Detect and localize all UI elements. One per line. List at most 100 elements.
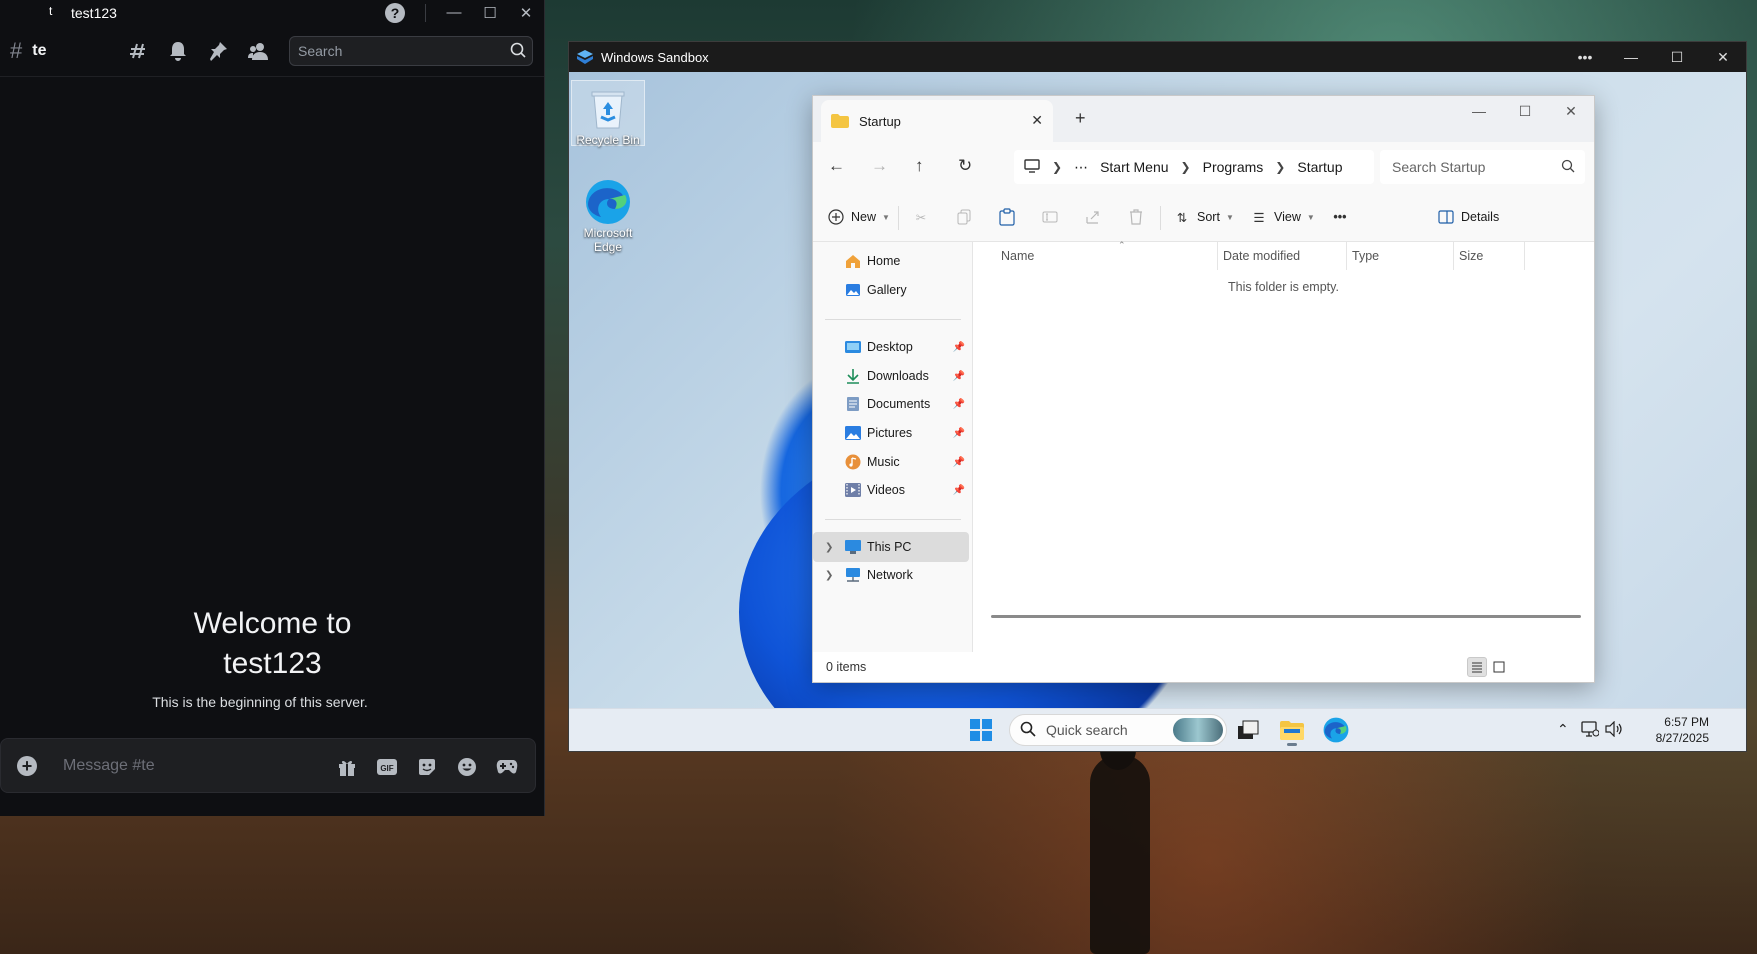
nav-divider: [825, 319, 961, 320]
add-attachment-icon[interactable]: +: [17, 755, 37, 776]
edge-icon: [584, 178, 632, 226]
toolbar-divider: [1160, 206, 1161, 230]
gif-icon[interactable]: GIF: [375, 755, 399, 779]
breadcrumb-start-menu[interactable]: Start Menu: [1100, 159, 1168, 175]
close-button[interactable]: ✕: [1700, 49, 1746, 66]
network-status-icon[interactable]: [1581, 721, 1600, 740]
forward-arrow-icon[interactable]: →: [871, 156, 888, 176]
threads-icon[interactable]: [128, 41, 148, 61]
nav-label: Home: [867, 254, 901, 268]
column-header-name[interactable]: Name: [1001, 249, 1034, 263]
channel-name: te: [32, 41, 47, 59]
ellipsis-icon[interactable]: ⋯: [1074, 159, 1088, 176]
close-button[interactable]: ✕: [508, 4, 544, 22]
close-tab-icon[interactable]: ✕: [1031, 112, 1043, 129]
nav-item-music[interactable]: Music 📌: [813, 447, 969, 477]
column-separator[interactable]: [1346, 242, 1347, 270]
taskbar-search-placeholder: Quick search: [1046, 722, 1128, 738]
nav-item-downloads[interactable]: Downloads 📌: [813, 361, 969, 391]
pin-icon: 📌: [952, 370, 965, 382]
volume-icon[interactable]: [1605, 720, 1623, 740]
more-options-icon[interactable]: •••: [1562, 49, 1608, 65]
search-input[interactable]: Search Startup: [1380, 150, 1585, 184]
sandbox-desktop: Recycle Bin Microsoft Edge Startup ✕ + —…: [569, 72, 1746, 751]
new-tab-icon[interactable]: +: [1075, 108, 1086, 129]
nav-item-documents[interactable]: Documents 📌: [813, 389, 969, 419]
breadcrumb-startup[interactable]: Startup: [1297, 159, 1342, 175]
address-bar[interactable]: ❯ ⋯ Start Menu ❯ Programs ❯ Startup: [1014, 150, 1374, 184]
chevron-right-icon: ❯: [1052, 160, 1063, 174]
taskbar-clock[interactable]: 6:57 PM 8/27/2025: [1629, 714, 1709, 746]
details-pane-icon: [1437, 208, 1455, 226]
videos-icon: [845, 482, 861, 498]
minimize-button[interactable]: —: [1456, 96, 1502, 126]
search-input[interactable]: Search: [289, 36, 533, 66]
column-header-type[interactable]: Type: [1352, 249, 1379, 263]
column-separator[interactable]: [1217, 242, 1218, 270]
nav-item-gallery[interactable]: Gallery: [813, 275, 969, 305]
welcome-heading: Welcome to test123: [0, 604, 545, 684]
nav-label: Downloads: [867, 369, 929, 383]
edge-taskbar-button[interactable]: [1321, 715, 1351, 745]
bell-icon[interactable]: [168, 41, 188, 61]
nav-item-network[interactable]: ❯ Network: [813, 560, 969, 590]
refresh-icon[interactable]: ↻: [958, 156, 972, 176]
maximize-button[interactable]: ☐: [1502, 96, 1548, 126]
chevron-up-icon[interactable]: ⌃: [1557, 721, 1569, 738]
taskbar-search-input[interactable]: Quick search: [1009, 714, 1227, 746]
horizontal-scrollbar[interactable]: [991, 615, 1581, 618]
column-header-date-modified[interactable]: Date modified: [1223, 249, 1300, 263]
delete-button[interactable]: [1127, 208, 1145, 226]
paste-button[interactable]: [998, 208, 1016, 226]
large-icons-view-icon[interactable]: [1489, 657, 1509, 677]
breadcrumb-programs[interactable]: Programs: [1203, 159, 1264, 175]
sort-button[interactable]: ⇅ Sort ▼: [1173, 208, 1234, 226]
recycle-bin-icon: [584, 85, 632, 133]
this-pc-icon: [845, 539, 861, 555]
back-arrow-icon[interactable]: ←: [828, 156, 845, 176]
tab-startup[interactable]: Startup ✕: [821, 100, 1053, 142]
task-view-button[interactable]: [1233, 715, 1263, 745]
chevron-right-icon[interactable]: ❯: [825, 570, 833, 581]
nav-item-pictures[interactable]: Pictures 📌: [813, 418, 969, 448]
up-arrow-icon[interactable]: ↑: [915, 156, 924, 176]
new-button[interactable]: New ▼: [827, 208, 890, 226]
cut-button[interactable]: ✂: [912, 208, 930, 226]
emoji-icon[interactable]: [455, 755, 479, 779]
desktop-icon-edge[interactable]: Microsoft Edge: [571, 174, 645, 254]
close-button[interactable]: ✕: [1548, 96, 1594, 126]
nav-item-home[interactable]: Home: [813, 246, 969, 276]
copy-button[interactable]: [955, 208, 973, 226]
game-controller-icon[interactable]: [495, 755, 519, 779]
maximize-button[interactable]: ☐: [472, 4, 508, 22]
file-explorer-taskbar-button[interactable]: [1277, 715, 1307, 746]
help-icon[interactable]: ?: [385, 2, 405, 23]
nav-label: Videos: [867, 483, 905, 497]
copy-icon: [955, 208, 973, 226]
gift-icon[interactable]: [335, 755, 359, 779]
message-input[interactable]: Message #te: [63, 757, 155, 775]
nav-item-this-pc[interactable]: ❯ This PC: [813, 532, 969, 562]
message-composer[interactable]: + Message #te GIF: [0, 738, 536, 793]
desktop-icon-recycle-bin[interactable]: Recycle Bin: [571, 80, 645, 147]
column-separator[interactable]: [1524, 242, 1525, 270]
details-pane-button[interactable]: Details: [1437, 208, 1499, 226]
column-separator[interactable]: [1453, 242, 1454, 270]
sticker-icon[interactable]: [415, 755, 439, 779]
minimize-button[interactable]: —: [436, 4, 472, 21]
view-button[interactable]: ☰ View ▼: [1250, 208, 1314, 226]
chevron-down-icon: ▼: [882, 212, 890, 222]
details-view-icon[interactable]: [1467, 657, 1487, 677]
nav-item-videos[interactable]: Videos 📌: [813, 475, 969, 505]
minimize-button[interactable]: —: [1608, 49, 1654, 65]
see-more-button[interactable]: •••: [1331, 208, 1349, 226]
start-button[interactable]: [966, 715, 996, 745]
pin-icon[interactable]: [208, 41, 228, 61]
share-button[interactable]: [1084, 208, 1102, 226]
maximize-button[interactable]: ☐: [1654, 49, 1700, 66]
chevron-right-icon[interactable]: ❯: [825, 542, 833, 553]
members-icon[interactable]: [248, 41, 268, 61]
rename-button[interactable]: [1041, 208, 1059, 226]
nav-item-desktop[interactable]: Desktop 📌: [813, 332, 969, 362]
column-header-size[interactable]: Size: [1459, 249, 1483, 263]
